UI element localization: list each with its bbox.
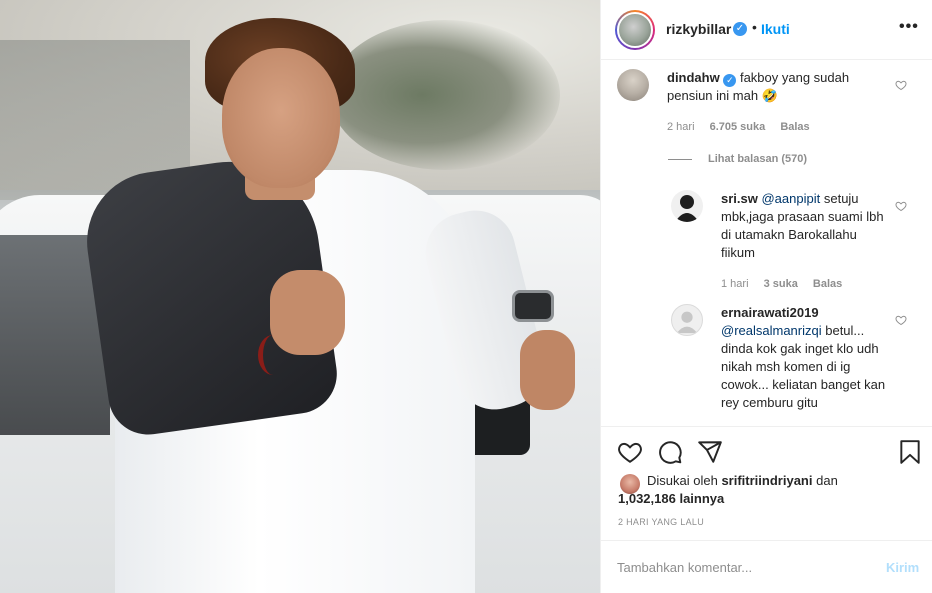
reply-button[interactable]: Balas (780, 121, 809, 133)
post-side-panel: rizkybillar ✓ • Ikuti ••• dindahw ✓ fakb… (600, 0, 932, 593)
more-icon[interactable]: ••• (899, 18, 919, 36)
verified-icon: ✓ (723, 74, 737, 87)
post-header: rizkybillar ✓ • Ikuti ••• (601, 0, 932, 60)
commenter-username[interactable]: dindahw (667, 70, 720, 85)
share-icon[interactable] (697, 439, 723, 465)
comment-time[interactable]: 2 hari (667, 121, 695, 133)
commenter-username[interactable]: ernairawati2019 (721, 305, 819, 320)
comment-like-icon[interactable] (895, 314, 907, 326)
comment-time[interactable]: 1 hari (721, 278, 749, 290)
comment-like-icon[interactable] (895, 79, 907, 91)
comment-input[interactable] (617, 555, 857, 579)
reply-button[interactable]: Balas (813, 278, 842, 290)
commenter-username[interactable]: sri.sw (721, 191, 758, 206)
replies-divider (668, 159, 692, 160)
commenter-avatar[interactable] (671, 304, 703, 336)
verified-icon: ✓ (733, 22, 747, 36)
comment-mention[interactable]: @realsalmanrizqi (721, 323, 822, 338)
comment-likes[interactable]: 6.705 suka (710, 121, 766, 133)
author-username[interactable]: rizkybillar (666, 21, 731, 37)
likes-summary: Disukai oleh srifitriindriyani dan (647, 473, 838, 488)
author-avatar[interactable] (615, 10, 655, 50)
comment-likes[interactable]: 3 suka (764, 278, 798, 290)
post-comment-button[interactable]: Kirim (886, 560, 919, 575)
post-image[interactable] (0, 0, 600, 593)
bookmark-icon[interactable] (897, 439, 923, 465)
likes-count[interactable]: 1,032,186 lainnya (618, 491, 724, 506)
comments-list[interactable]: dindahw ✓ fakboy yang sudah pensiun ini … (601, 61, 932, 426)
commenter-avatar[interactable] (671, 190, 703, 222)
view-replies-button[interactable]: Lihat balasan (570) (708, 153, 807, 165)
follow-button[interactable]: Ikuti (761, 21, 790, 37)
commenter-avatar[interactable] (617, 69, 649, 101)
comment-icon[interactable] (657, 439, 683, 465)
heart-icon[interactable] (617, 439, 643, 465)
comment-mention[interactable]: @aanpipit (761, 191, 820, 206)
top-liker-username[interactable]: srifitriindriyani (721, 473, 812, 488)
post-actions: Disukai oleh srifitriindriyani dan 1,032… (601, 426, 932, 546)
add-comment-bar: Kirim (601, 540, 932, 593)
header-separator: • (752, 19, 757, 35)
post-timestamp[interactable]: 2 HARI YANG LALU (618, 517, 704, 527)
comment-like-icon[interactable] (895, 200, 907, 212)
